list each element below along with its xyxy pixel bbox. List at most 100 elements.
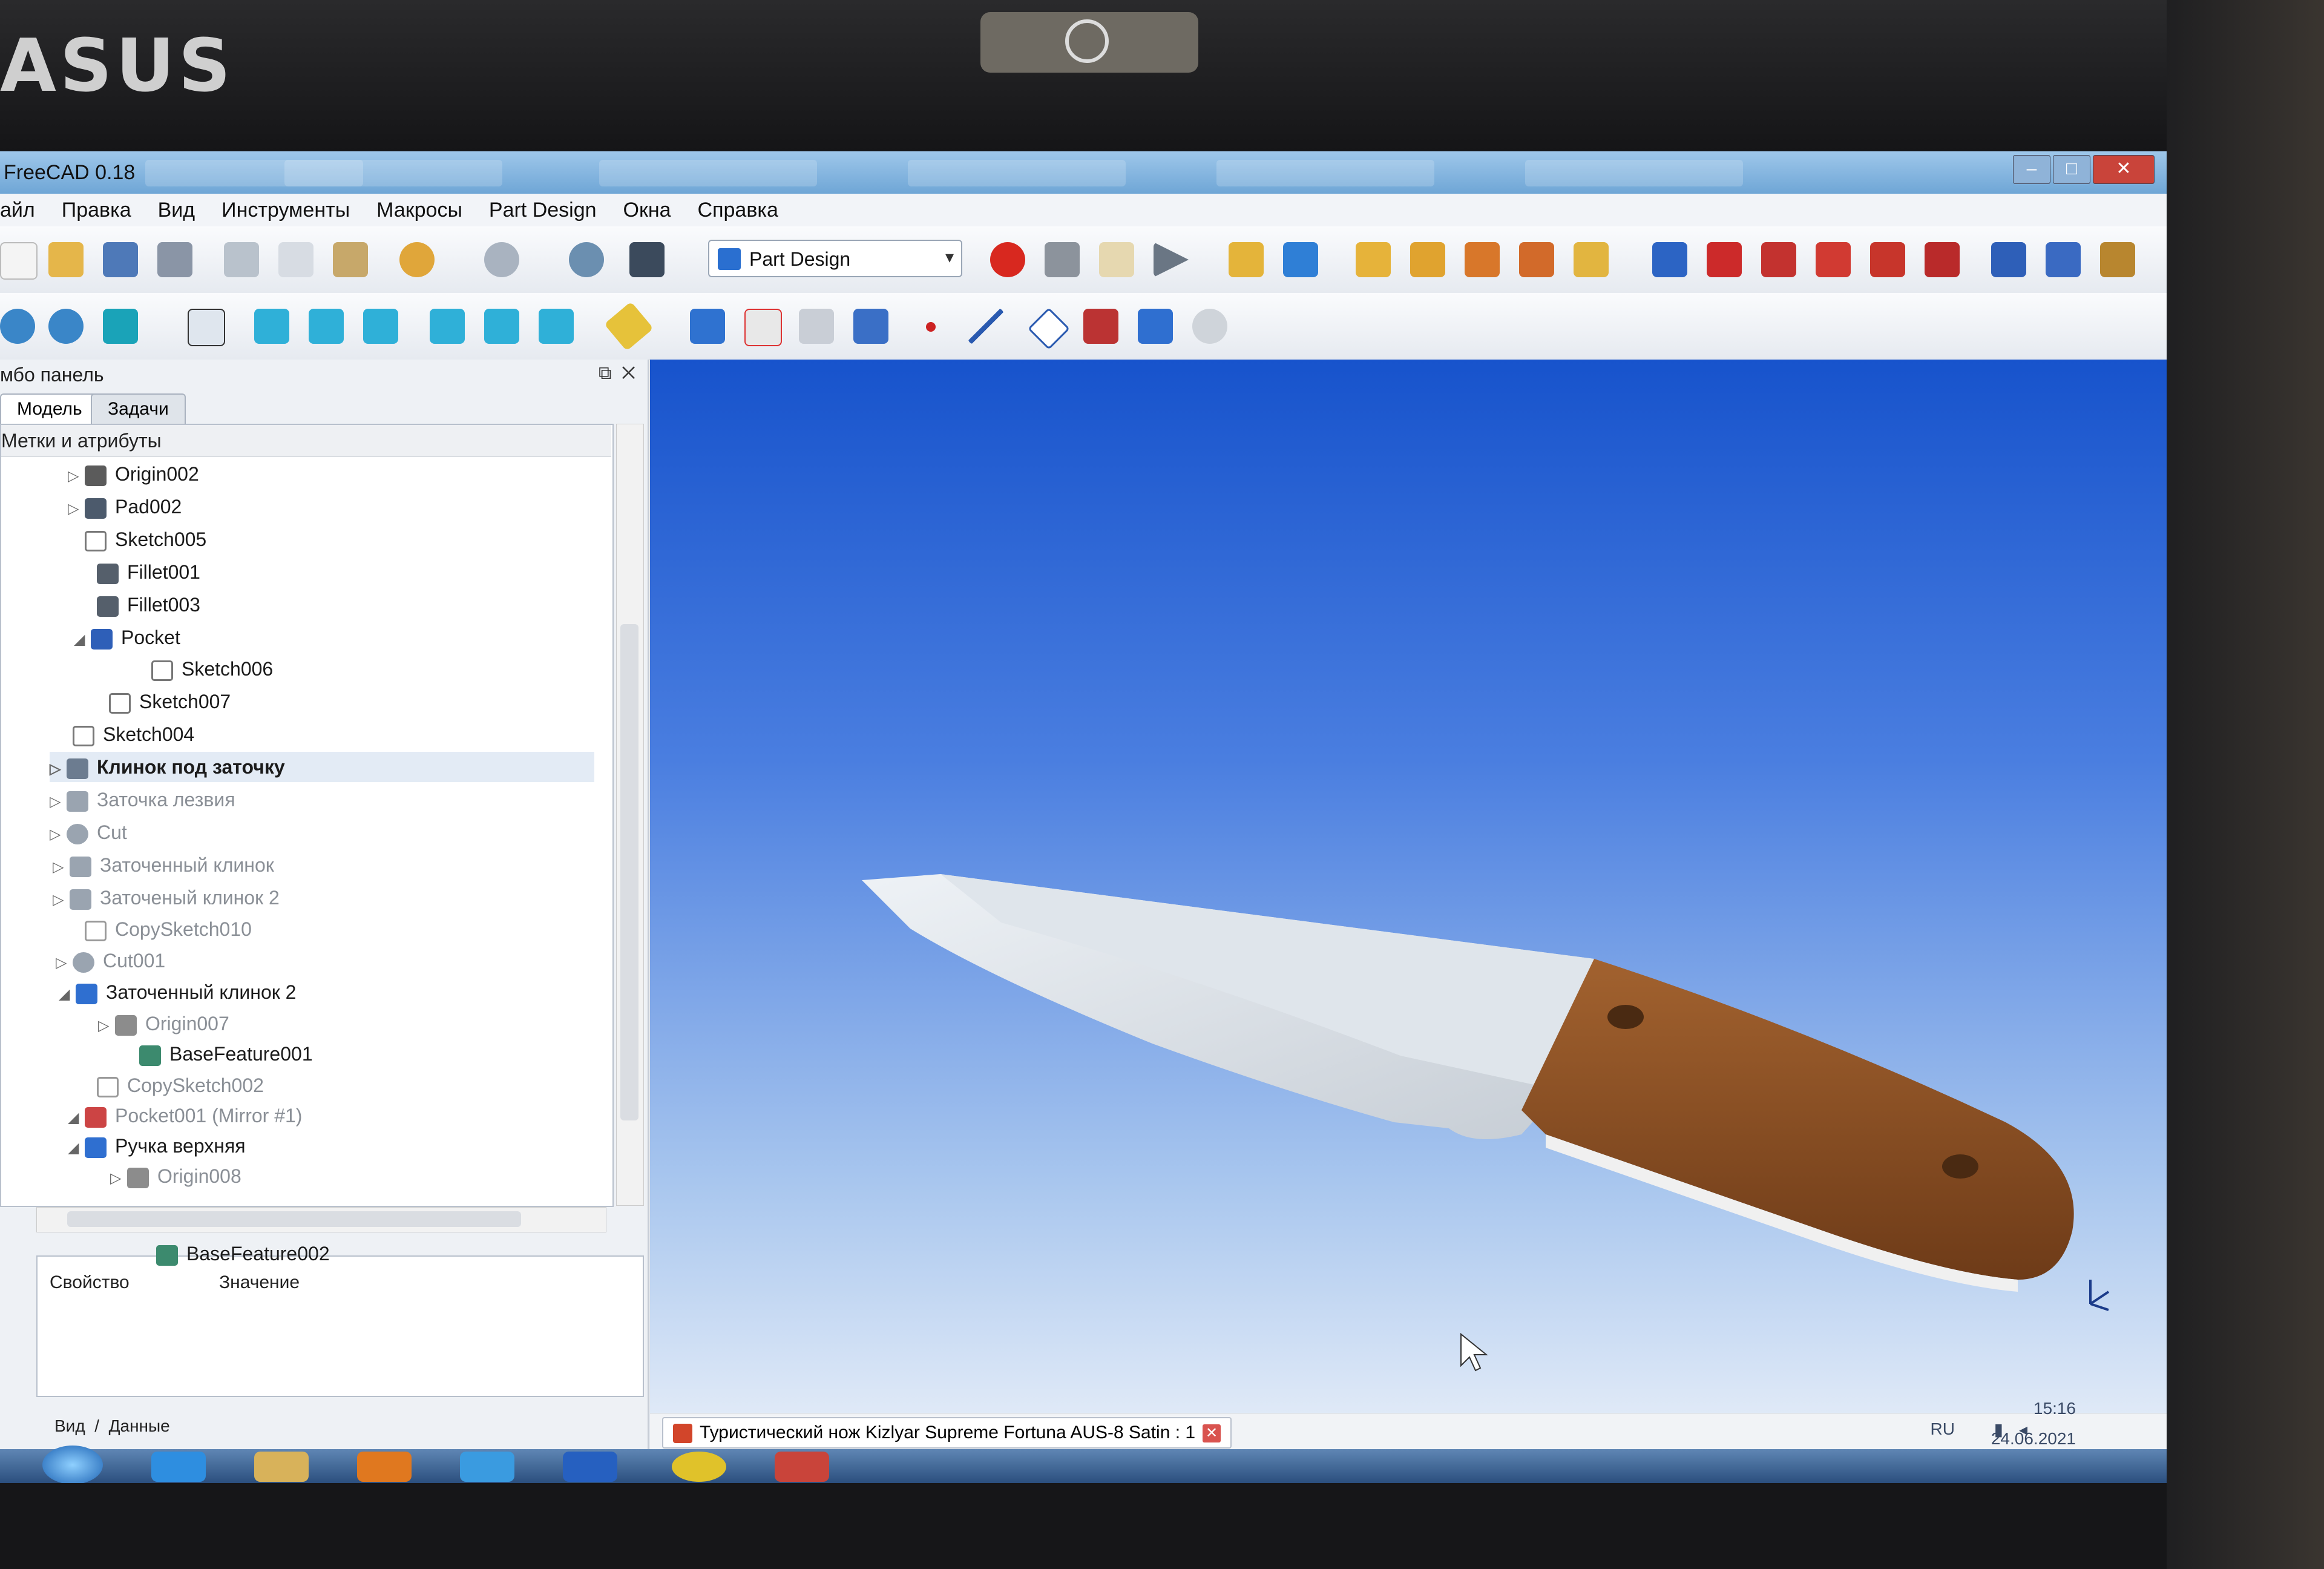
media-player-icon[interactable] — [357, 1452, 412, 1482]
tree-item[interactable]: ▷ Заточеный клинок 2 — [53, 883, 280, 913]
validate-sketch-icon[interactable] — [1192, 309, 1227, 344]
start-button[interactable] — [42, 1446, 103, 1483]
rear-view-icon[interactable] — [430, 309, 465, 344]
chrome-icon[interactable] — [672, 1452, 726, 1482]
copy-icon[interactable] — [278, 242, 313, 277]
tree-item[interactable]: Fillet001 — [80, 557, 200, 587]
tree-item[interactable]: BaseFeature002 — [139, 1238, 330, 1269]
subtractive-primitive-icon[interactable] — [1925, 242, 1960, 277]
tab-view[interactable]: Вид — [54, 1416, 85, 1435]
tree-item[interactable]: Sketch006 — [134, 654, 273, 684]
expand-icon[interactable]: ◢ — [74, 625, 91, 655]
internet-explorer-icon[interactable] — [151, 1452, 206, 1482]
tree-item[interactable]: ◢ Ручка верхняя — [68, 1131, 246, 1161]
play-icon[interactable] — [460, 1452, 514, 1482]
shape-binder-icon[interactable] — [799, 309, 834, 344]
tree-item[interactable]: ▷ Pad002 — [68, 492, 182, 522]
freecad-taskbar-icon[interactable] — [775, 1452, 829, 1482]
right-view-icon[interactable] — [363, 309, 398, 344]
tree-item[interactable]: CopySketch010 — [68, 914, 252, 944]
tree-item[interactable]: ◢ Pocket — [74, 622, 180, 653]
expand-icon[interactable]: ◢ — [59, 979, 76, 1010]
menu-part-design[interactable]: Part Design — [489, 199, 597, 222]
revolution-icon[interactable] — [1410, 242, 1445, 277]
clone-icon[interactable] — [744, 309, 782, 346]
tree-item[interactable]: ▷ Cut — [50, 817, 127, 847]
groove-icon[interactable] — [1761, 242, 1796, 277]
undock-icon[interactable]: ⧉ — [599, 363, 611, 383]
file-explorer-icon[interactable] — [254, 1452, 309, 1482]
expand-icon[interactable]: ▷ — [110, 1163, 127, 1194]
top-view-icon[interactable] — [309, 309, 344, 344]
menu-edit[interactable]: Правка — [62, 199, 131, 222]
expand-icon[interactable]: ◢ — [68, 1133, 85, 1163]
background-tab[interactable] — [599, 160, 817, 186]
language-indicator[interactable]: RU — [1931, 1419, 1955, 1439]
macro-edit-icon[interactable] — [1099, 242, 1134, 277]
tree-horizontal-scrollbar[interactable] — [36, 1207, 606, 1232]
linear-pattern-icon[interactable] — [2046, 242, 2081, 277]
whats-this-icon[interactable] — [629, 242, 665, 277]
network-icon[interactable]: ▮ — [1994, 1419, 2003, 1439]
minimize-button[interactable]: – — [2013, 155, 2050, 184]
datum-plane-icon[interactable] — [1027, 307, 1071, 350]
tree-item[interactable]: ▷ Заточка лезвия — [50, 784, 235, 815]
isometric-view-icon[interactable] — [188, 309, 225, 346]
draw-style-icon[interactable] — [103, 309, 138, 344]
tree-item[interactable]: ▷ Origin002 — [68, 459, 199, 489]
fit-all-icon[interactable] — [0, 309, 35, 344]
close-icon[interactable]: ✕ — [622, 363, 635, 383]
maximize-button[interactable]: □ — [2053, 155, 2090, 184]
volume-icon[interactable]: ◂ — [2019, 1419, 2027, 1439]
tree-item[interactable]: ▷ Заточенный клинок — [53, 850, 274, 880]
fit-selection-icon[interactable] — [48, 309, 84, 344]
redo-icon[interactable] — [484, 242, 519, 277]
tree-item[interactable]: ▷ Cut001 — [56, 946, 165, 976]
knife-model[interactable] — [650, 360, 2167, 1413]
expand-icon[interactable]: ◢ — [68, 1103, 85, 1133]
close-button[interactable]: ✕ — [2093, 155, 2155, 184]
subtractive-pipe-icon[interactable] — [1870, 242, 1905, 277]
bottom-view-icon[interactable] — [484, 309, 519, 344]
tree-item[interactable]: ◢ Заточенный клинок 2 — [59, 977, 296, 1007]
3d-view[interactable] — [650, 360, 2167, 1413]
background-tab[interactable] — [1525, 160, 1743, 186]
tab-tasks[interactable]: Задачи — [91, 393, 186, 424]
sketch-icon[interactable] — [1138, 309, 1173, 344]
save-disk-icon[interactable] — [563, 1452, 617, 1482]
menu-help[interactable]: Справка — [698, 199, 778, 222]
expand-icon[interactable]: ▷ — [50, 787, 67, 817]
mirrored-icon[interactable] — [1991, 242, 2026, 277]
tree-item[interactable]: Sketch005 — [68, 524, 206, 554]
body-icon[interactable] — [690, 309, 725, 344]
expand-icon[interactable]: ▷ — [50, 754, 67, 784]
expand-icon[interactable]: ▷ — [68, 461, 85, 492]
front-view-icon[interactable] — [254, 309, 289, 344]
macro-run-icon[interactable] — [1154, 242, 1189, 277]
paste-icon[interactable] — [333, 242, 368, 277]
tree-item[interactable]: ▷ Origin007 — [98, 1008, 229, 1039]
new-document-icon[interactable] — [0, 242, 38, 280]
undo-icon[interactable] — [399, 242, 435, 277]
additive-primitive-icon[interactable] — [1574, 242, 1609, 277]
tree-vertical-scrollbar[interactable] — [616, 424, 644, 1206]
tab-data[interactable]: Данные — [109, 1416, 170, 1435]
tree-item[interactable]: ◢ Pocket001 (Mirror #1) — [68, 1100, 302, 1131]
additive-loft-icon[interactable] — [1465, 242, 1500, 277]
menu-windows[interactable]: Окна — [623, 199, 671, 222]
system-clock[interactable]: 15:16 24.06.2021 — [1991, 1399, 2076, 1449]
datum-line-icon[interactable] — [968, 309, 1003, 344]
datum-point-icon[interactable] — [926, 322, 936, 332]
expand-icon[interactable]: ▷ — [53, 852, 70, 883]
print-icon[interactable] — [157, 242, 192, 277]
polar-pattern-icon[interactable] — [2100, 242, 2135, 277]
macro-record-icon[interactable] — [990, 242, 1025, 277]
tree-item[interactable]: CopySketch002 — [80, 1070, 264, 1100]
menu-file[interactable]: айл — [0, 199, 35, 222]
menu-view[interactable]: Вид — [158, 199, 195, 222]
menu-tools[interactable]: Инструменты — [222, 199, 350, 222]
pocket-icon[interactable] — [1652, 242, 1687, 277]
combo-panel-controls[interactable]: ⧉ ✕ — [599, 363, 635, 384]
hole-icon[interactable] — [1707, 242, 1742, 277]
save-icon[interactable] — [103, 242, 138, 277]
